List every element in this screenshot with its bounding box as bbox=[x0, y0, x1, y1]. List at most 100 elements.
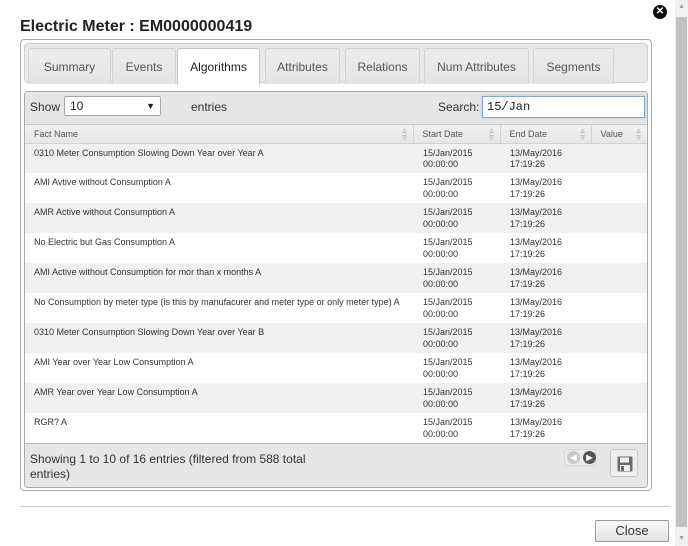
start-date-cell-text: 15/Jan/2015 bbox=[423, 267, 473, 277]
end-date-cell: 13/May/2016 17:19:26 bbox=[500, 233, 591, 263]
tab-summary[interactable]: Summary bbox=[28, 48, 111, 84]
end-date-cell: 13/May/2016 17:19:26 bbox=[500, 413, 591, 443]
column-header-end-date[interactable]: End Date ▵ ▿ bbox=[500, 125, 592, 144]
end-date-cell-time: 17:19:26 bbox=[510, 159, 546, 169]
value-cell bbox=[591, 203, 647, 233]
entries-label: entries bbox=[191, 100, 228, 114]
page-scrollbar[interactable]: ▲ ▼ bbox=[675, 0, 688, 546]
table-row[interactable]: RGR? A 15/Jan/2015 00:00:00 13/May/2016 17:1… bbox=[25, 413, 647, 443]
tab-strip: Summary Events Algorithms Attributes Rel… bbox=[24, 43, 648, 85]
dialog-title: Electric Meter : EM0000000419 bbox=[20, 18, 253, 35]
end-date-cell-time: 17:19:26 bbox=[510, 368, 546, 379]
start-date-cell-time: 00:00:00 bbox=[423, 368, 459, 379]
tab-attributes[interactable]: Attributes bbox=[265, 48, 340, 84]
table-row[interactable]: 0310 Meter Consumption Slowing Down Year… bbox=[25, 143, 647, 173]
export-save-button[interactable] bbox=[610, 449, 638, 477]
end-date-cell-text: 13/May/2016 bbox=[510, 327, 563, 337]
start-date-cell-text: 15/Jan/2015 bbox=[423, 297, 473, 307]
facts-table: Fact Name ▵ ▿ Start Date ▵ ▿ End Date ▵ ▿ Valu… bbox=[25, 125, 647, 443]
start-date-cell: 15/Jan/2015 00:00:00 bbox=[413, 323, 500, 353]
fact-name-cell-text: RGR? A bbox=[34, 417, 68, 427]
column-label: Value bbox=[600, 128, 623, 139]
table-row[interactable]: AMI Active without Consumption for mor t… bbox=[25, 263, 647, 293]
tab-num-attributes[interactable]: Num Attributes bbox=[424, 48, 529, 84]
end-date-cell: 13/May/2016 17:19:26 bbox=[500, 173, 591, 203]
end-date-cell-text: 13/May/2016 bbox=[510, 387, 563, 397]
fact-name-cell-text: AMI Avtive without Consumption A bbox=[34, 177, 171, 187]
start-date-cell-time: 00:00:00 bbox=[423, 278, 459, 289]
column-header-start-date[interactable]: Start Date ▵ ▿ bbox=[413, 125, 501, 144]
fact-name-cell-text: 0310 Meter Consumption Slowing Down Year… bbox=[34, 147, 264, 158]
tab-relations[interactable]: Relations bbox=[345, 48, 420, 84]
sort-icon: ▵ ▿ bbox=[636, 125, 641, 142]
fact-name-cell-text: No Electric but Gas Consumption A bbox=[34, 237, 176, 247]
tab-algorithms[interactable]: Algorithms bbox=[177, 48, 260, 85]
arrow-left-circle-icon[interactable]: ◀ bbox=[567, 451, 580, 464]
start-date-cell-time: 00:00:00 bbox=[423, 218, 459, 229]
fact-name-cell: AMI Avtive without Consumption A bbox=[25, 173, 413, 203]
arrow-right-circle-icon[interactable]: ▶ bbox=[583, 451, 596, 464]
table-row[interactable]: No Electric but Gas Consumption A 15/Jan/… bbox=[25, 233, 647, 263]
end-date-cell: 13/May/2016 17:19:26 bbox=[500, 383, 591, 413]
table-row[interactable]: AMI Avtive without Consumption A 15/Jan/2… bbox=[25, 173, 647, 203]
close-dialog-icon[interactable]: ✕ bbox=[653, 5, 667, 19]
start-date-cell-time: 00:00:00 bbox=[423, 338, 459, 349]
tabs-panel: Summary Events Algorithms Attributes Rel… bbox=[20, 39, 652, 491]
scroll-down-arrow-icon[interactable]: ▼ bbox=[675, 532, 688, 546]
table-toolbar: Show 10 ▼ entries Search: bbox=[25, 92, 647, 125]
tab-segments[interactable]: Segments bbox=[533, 48, 614, 84]
start-date-cell-time: 00:00:00 bbox=[423, 398, 459, 409]
table-row[interactable]: No Consumption by meter type (is this by… bbox=[25, 293, 647, 323]
scrollbar-thumb[interactable] bbox=[676, 17, 687, 527]
end-date-cell-text: 13/May/2016 bbox=[510, 417, 563, 427]
column-header-fact-name[interactable]: Fact Name ▵ ▿ bbox=[25, 125, 414, 144]
end-date-cell-text: 13/May/2016 bbox=[510, 267, 563, 277]
table-row[interactable]: AMI Year over Year Low Consumption A 15/J… bbox=[25, 353, 647, 383]
column-header-value[interactable]: Value ▵ ▿ bbox=[591, 125, 647, 144]
floppy-disk-icon bbox=[617, 456, 633, 472]
fact-name-cell: AMI Year over Year Low Consumption A bbox=[25, 353, 413, 383]
end-date-cell-text: 13/May/2016 bbox=[510, 237, 563, 247]
page-length-select[interactable]: 10 ▼ bbox=[64, 96, 161, 116]
value-cell bbox=[591, 173, 647, 203]
value-cell bbox=[591, 263, 647, 293]
close-button[interactable]: Close bbox=[595, 520, 669, 542]
column-label: End Date bbox=[509, 128, 548, 139]
end-date-cell: 13/May/2016 17:19:26 bbox=[500, 263, 591, 293]
end-date-cell-text: 13/May/2016 bbox=[510, 147, 563, 158]
start-date-cell: 15/Jan/2015 00:00:00 bbox=[413, 353, 500, 383]
start-date-cell-text: 15/Jan/2015 bbox=[423, 387, 473, 397]
search-input[interactable] bbox=[482, 96, 645, 118]
scroll-up-arrow-icon[interactable]: ▲ bbox=[675, 0, 688, 14]
value-cell bbox=[591, 143, 647, 173]
end-date-cell-time: 17:19:26 bbox=[510, 338, 546, 349]
table-row[interactable]: AMR Active without Consumption A 15/Jan/2… bbox=[25, 203, 647, 233]
end-date-cell-time: 17:19:26 bbox=[510, 218, 546, 229]
table-info: Showing 1 to 10 of 16 entries (filtered … bbox=[30, 452, 306, 481]
table-row[interactable]: 0310 Meter Consumption Slowing Down Year… bbox=[25, 323, 647, 353]
fact-name-cell: RGR? A bbox=[25, 413, 413, 443]
end-date-cell-text: 13/May/2016 bbox=[510, 207, 563, 217]
tab-events[interactable]: Events bbox=[112, 48, 176, 84]
fact-name-cell: AMR Year over Year Low Consumption A bbox=[25, 383, 413, 413]
start-date-cell: 15/Jan/2015 00:00:00 bbox=[413, 173, 500, 203]
end-date-cell-text: 13/May/2016 bbox=[510, 297, 563, 307]
fact-name-cell-text: AMI Active without Consumption for mor t… bbox=[34, 267, 262, 277]
end-date-cell-text: 13/May/2016 bbox=[510, 357, 563, 367]
column-label: Start Date bbox=[422, 128, 464, 139]
value-cell bbox=[591, 413, 647, 443]
start-date-cell: 15/Jan/2015 00:00:00 bbox=[413, 143, 500, 173]
fact-name-cell-text: AMR Year over Year Low Consumption A bbox=[34, 387, 198, 397]
fact-name-cell: 0310 Meter Consumption Slowing Down Year… bbox=[25, 143, 413, 173]
sort-icon: ▵ ▿ bbox=[580, 125, 585, 142]
page-length-value: 10 bbox=[70, 99, 84, 113]
start-date-cell-text: 15/Jan/2015 bbox=[423, 177, 473, 187]
start-date-cell-text: 15/Jan/2015 bbox=[423, 357, 473, 367]
start-date-cell: 15/Jan/2015 00:00:00 bbox=[413, 293, 500, 323]
chevron-down-icon: ▼ bbox=[146, 101, 155, 111]
fact-name-cell: No Consumption by meter type (is this by… bbox=[25, 293, 413, 323]
column-label: Fact Name bbox=[34, 128, 79, 139]
end-date-cell-text: 13/May/2016 bbox=[510, 177, 563, 187]
end-date-cell: 13/May/2016 17:19:26 bbox=[500, 353, 591, 383]
table-row[interactable]: AMR Year over Year Low Consumption A 15/J… bbox=[25, 383, 647, 413]
